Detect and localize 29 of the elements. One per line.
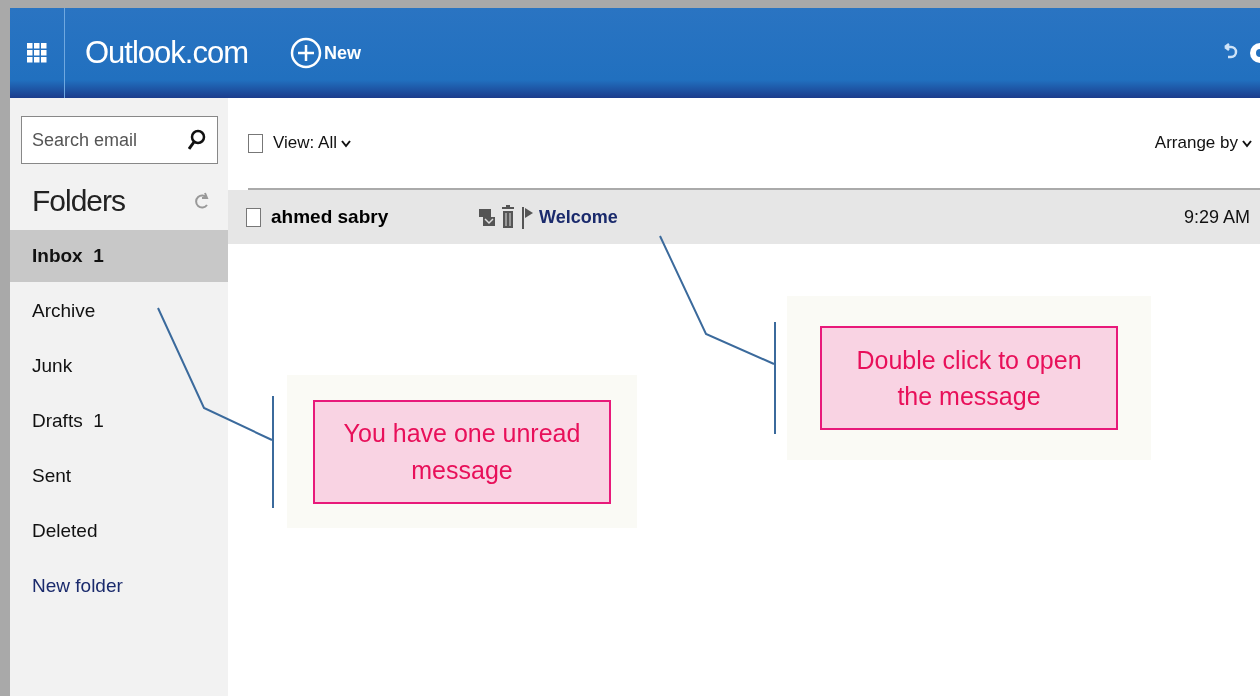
chevron-icon xyxy=(1242,139,1252,148)
flag-icon[interactable] xyxy=(521,205,535,229)
trash-icon[interactable] xyxy=(500,204,516,230)
sender-name: ahmed sabry xyxy=(271,206,390,228)
app-title: Outlook.com xyxy=(85,35,248,71)
callout-text: Double click to open the message xyxy=(820,326,1118,430)
arrange-dropdown[interactable]: Arrange by xyxy=(1154,133,1252,153)
folders-heading: Folders xyxy=(32,184,126,218)
chevron-icon xyxy=(340,139,351,148)
callout-text: You have one unread message xyxy=(313,399,611,504)
folder-item[interactable]: Deleted xyxy=(10,505,228,557)
message-time: 9:29 AM xyxy=(1183,206,1250,228)
new-button[interactable]: New xyxy=(290,37,362,69)
folder-item[interactable]: Junk xyxy=(10,340,228,392)
folder-item[interactable]: Inbox 1 xyxy=(10,230,228,282)
refresh-icon[interactable] xyxy=(194,191,210,211)
message-subject: Welcome xyxy=(539,206,619,228)
select-all-checkbox[interactable] xyxy=(248,133,263,153)
app-grid-icon[interactable] xyxy=(27,43,47,63)
search-field[interactable]: Search email xyxy=(21,116,218,164)
search-icon[interactable] xyxy=(188,129,206,151)
settings-icon[interactable] xyxy=(1248,40,1260,66)
message-row[interactable]: ahmed sabry Welcome 9:29 AM xyxy=(228,190,1260,244)
folder-item[interactable]: New folder xyxy=(10,560,228,612)
folder-item[interactable]: Archive xyxy=(10,285,228,337)
folder-item[interactable]: Drafts 1 xyxy=(10,395,228,447)
view-dropdown[interactable]: View: All xyxy=(273,133,351,153)
message-checkbox[interactable] xyxy=(246,207,261,227)
folder-item[interactable]: Sent xyxy=(10,450,228,502)
